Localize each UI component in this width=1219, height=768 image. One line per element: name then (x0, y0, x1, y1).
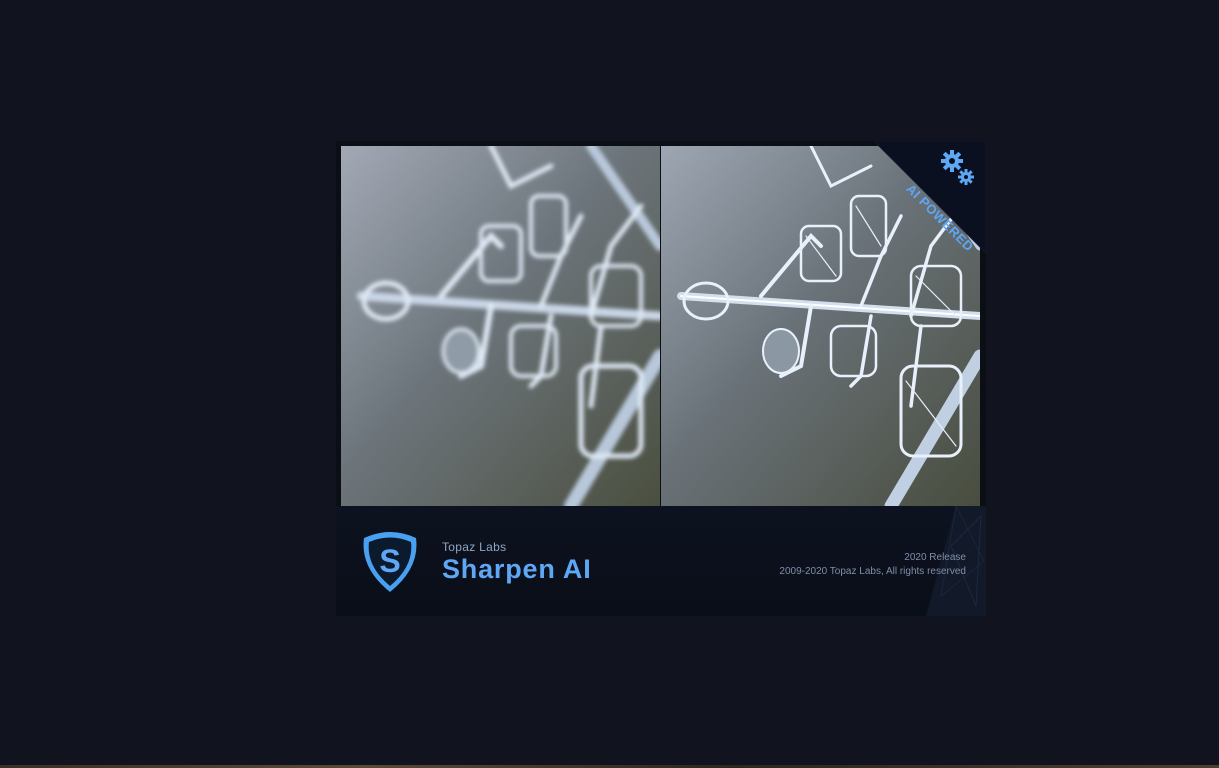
brand-name: Topaz Labs (442, 540, 507, 554)
before-photo (341, 146, 660, 506)
release-label: 2020 Release (904, 552, 966, 563)
svg-text:S: S (379, 543, 400, 579)
product-name: Sharpen AI (442, 554, 592, 584)
splash-footer: S Topaz Labs Sharpen AI 2020 Release 200… (336, 506, 986, 616)
topaz-s-logo-icon: S (363, 532, 417, 592)
copyright-label: 2009-2020 Topaz Labs, All rights reserve… (779, 566, 966, 577)
splash-window: AI POWERED S Topaz Labs Sharpen AI 2020 … (336, 141, 986, 616)
ai-powered-badge: AI POWERED (874, 141, 986, 253)
desktop-background: AI POWERED S Topaz Labs Sharpen AI 2020 … (0, 0, 1219, 768)
snowflake-image-blurred (341, 146, 660, 506)
